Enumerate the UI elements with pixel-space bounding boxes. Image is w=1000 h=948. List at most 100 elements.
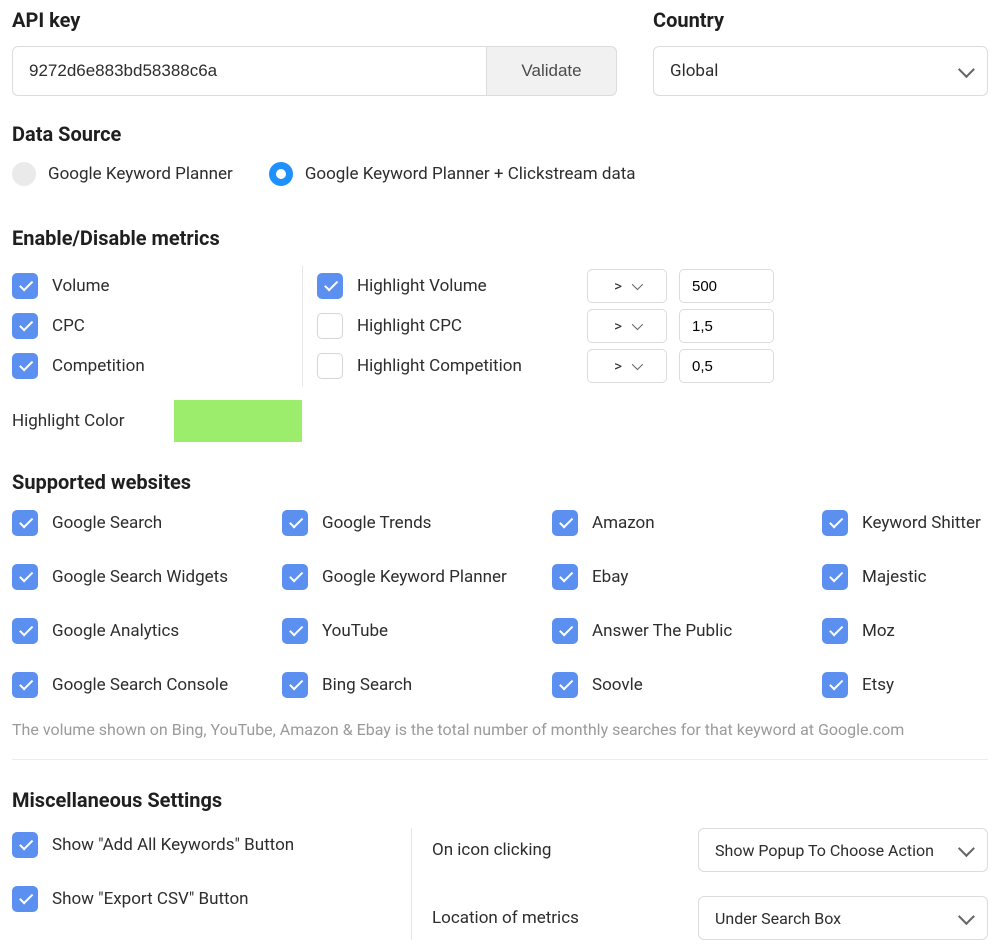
site-checkbox[interactable] xyxy=(552,510,578,536)
site-checkbox[interactable] xyxy=(12,510,38,536)
chevron-down-icon xyxy=(632,319,643,330)
site-item: Etsy xyxy=(822,672,988,698)
radio-gkp[interactable]: Google Keyword Planner xyxy=(12,162,233,186)
chevron-down-icon xyxy=(958,840,975,857)
highlight-competition-value-input[interactable] xyxy=(679,349,774,383)
misc-add-all-checkbox[interactable] xyxy=(12,832,38,858)
site-checkbox[interactable] xyxy=(282,618,308,644)
sites-heading: Supported websites xyxy=(12,470,988,494)
country-select[interactable]: Global xyxy=(653,46,988,96)
highlight-color-swatch[interactable] xyxy=(174,400,302,442)
highlight-cpc-label: Highlight CPC xyxy=(357,316,462,336)
data-source-heading: Data Source xyxy=(12,122,988,146)
site-checkbox[interactable] xyxy=(282,564,308,590)
site-label: Amazon xyxy=(592,513,655,533)
site-item: Majestic xyxy=(822,564,988,590)
misc-export-csv-label: Show "Export CSV" Button xyxy=(52,889,249,909)
site-label: YouTube xyxy=(322,621,388,641)
highlight-color-label: Highlight Color xyxy=(12,411,124,431)
site-item: Moz xyxy=(822,618,988,644)
site-label: Google Search xyxy=(52,513,162,533)
misc-location-label: Location of metrics xyxy=(432,908,579,928)
site-checkbox[interactable] xyxy=(822,672,848,698)
misc-icon-click-value: Show Popup To Choose Action xyxy=(715,841,934,860)
radio-gkp-clickstream-label: Google Keyword Planner + Clickstream dat… xyxy=(305,164,636,184)
site-checkbox[interactable] xyxy=(552,672,578,698)
site-label: Etsy xyxy=(862,675,894,695)
api-key-input[interactable] xyxy=(12,46,487,96)
site-checkbox[interactable] xyxy=(282,672,308,698)
chevron-down-icon xyxy=(632,359,643,370)
misc-location-select[interactable]: Under Search Box xyxy=(698,896,988,940)
site-item: Google Search Widgets xyxy=(12,564,282,590)
radio-off-icon xyxy=(12,162,36,186)
highlight-cpc-op-select[interactable]: > xyxy=(587,309,667,343)
site-label: Soovle xyxy=(592,675,643,695)
site-checkbox[interactable] xyxy=(282,510,308,536)
site-checkbox[interactable] xyxy=(12,618,38,644)
metrics-heading: Enable/Disable metrics xyxy=(12,226,988,250)
api-key-label: API key xyxy=(12,8,617,32)
country-selected-value: Global xyxy=(670,61,718,81)
site-item: Google Keyword Planner xyxy=(282,564,552,590)
divider xyxy=(12,759,988,760)
site-checkbox[interactable] xyxy=(12,672,38,698)
misc-icon-click-select[interactable]: Show Popup To Choose Action xyxy=(698,828,988,872)
site-label: Ebay xyxy=(592,567,628,587)
metric-volume-checkbox[interactable] xyxy=(12,273,38,299)
highlight-cpc-op-value: > xyxy=(614,317,622,335)
highlight-volume-value-input[interactable] xyxy=(679,269,774,303)
misc-add-all-label: Show "Add All Keywords" Button xyxy=(52,835,294,855)
site-checkbox[interactable] xyxy=(822,510,848,536)
site-item: Keyword Shitter xyxy=(822,510,988,536)
site-checkbox[interactable] xyxy=(822,564,848,590)
site-label: Moz xyxy=(862,621,895,641)
highlight-cpc-checkbox[interactable] xyxy=(317,313,343,339)
site-label: Google Trends xyxy=(322,513,431,533)
misc-export-csv-checkbox[interactable] xyxy=(12,886,38,912)
highlight-competition-op-value: > xyxy=(614,357,622,375)
sites-note: The volume shown on Bing, YouTube, Amazo… xyxy=(12,720,988,739)
site-checkbox[interactable] xyxy=(552,564,578,590)
highlight-competition-label: Highlight Competition xyxy=(357,356,522,376)
site-checkbox[interactable] xyxy=(12,564,38,590)
site-item: Google Search xyxy=(12,510,282,536)
site-checkbox[interactable] xyxy=(822,618,848,644)
highlight-volume-label: Highlight Volume xyxy=(357,276,487,296)
site-label: Google Search Console xyxy=(52,675,228,695)
chevron-down-icon xyxy=(632,279,643,290)
site-label: Google Analytics xyxy=(52,621,179,641)
misc-heading: Miscellaneous Settings xyxy=(12,788,988,812)
highlight-cpc-value-input[interactable] xyxy=(679,309,774,343)
site-item: Bing Search xyxy=(282,672,552,698)
metric-competition-checkbox[interactable] xyxy=(12,353,38,379)
radio-gkp-clickstream[interactable]: Google Keyword Planner + Clickstream dat… xyxy=(269,162,636,186)
site-label: Google Search Widgets xyxy=(52,567,228,587)
chevron-down-icon xyxy=(958,908,975,925)
validate-button[interactable]: Validate xyxy=(487,46,617,96)
site-label: Keyword Shitter xyxy=(862,513,981,533)
site-item: Answer The Public xyxy=(552,618,822,644)
site-item: Soovle xyxy=(552,672,822,698)
misc-icon-click-label: On icon clicking xyxy=(432,840,551,860)
radio-gkp-label: Google Keyword Planner xyxy=(48,164,233,184)
site-label: Google Keyword Planner xyxy=(322,567,507,587)
site-checkbox[interactable] xyxy=(552,618,578,644)
site-item: Amazon xyxy=(552,510,822,536)
site-item: Google Analytics xyxy=(12,618,282,644)
highlight-competition-checkbox[interactable] xyxy=(317,353,343,379)
country-label: Country xyxy=(653,8,988,32)
metric-cpc-checkbox[interactable] xyxy=(12,313,38,339)
highlight-volume-checkbox[interactable] xyxy=(317,273,343,299)
site-item: Google Trends xyxy=(282,510,552,536)
site-item: Google Search Console xyxy=(12,672,282,698)
metric-competition-label: Competition xyxy=(52,356,145,376)
chevron-down-icon xyxy=(958,61,975,78)
misc-location-value: Under Search Box xyxy=(715,909,841,928)
metric-cpc-label: CPC xyxy=(52,316,85,336)
site-label: Answer The Public xyxy=(592,621,732,641)
site-item: Ebay xyxy=(552,564,822,590)
highlight-competition-op-select[interactable]: > xyxy=(587,349,667,383)
highlight-volume-op-select[interactable]: > xyxy=(587,269,667,303)
site-label: Bing Search xyxy=(322,675,412,695)
